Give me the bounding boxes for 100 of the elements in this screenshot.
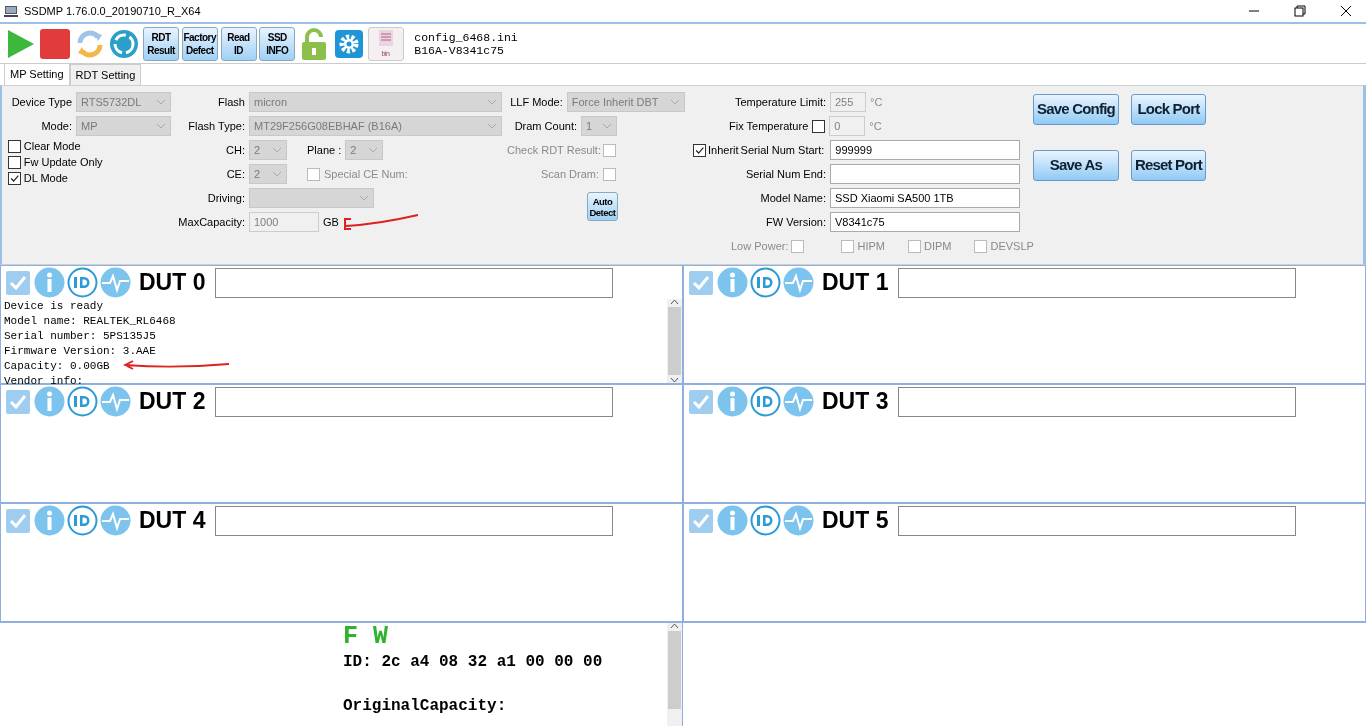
checkbox[interactable] xyxy=(687,506,715,535)
field-label: Check RDT Result: xyxy=(507,142,599,158)
unit-label: GB xyxy=(323,214,339,230)
pulse-icon[interactable] xyxy=(783,267,814,298)
dut-input-field[interactable] xyxy=(898,386,1297,417)
field-label: Serial Num Start: xyxy=(740,142,825,158)
field-label: Plane : xyxy=(307,142,342,158)
id-icon[interactable] xyxy=(750,505,781,536)
log-line: Device is ready xyxy=(4,299,104,314)
toolbar-button[interactable]: Read ID xyxy=(220,26,257,61)
scroll-up-icon[interactable] xyxy=(670,299,679,305)
window-title: SSDMP 1.76.0.0_20190710_R_X64 xyxy=(24,3,201,19)
pulse-icon[interactable] xyxy=(100,267,131,298)
dut-label: DUT 0 xyxy=(139,268,206,298)
caret-icon xyxy=(272,171,282,177)
id-icon[interactable] xyxy=(67,505,98,536)
toolbar-button[interactable]: RDT Result xyxy=(143,26,179,61)
input-field[interactable]: SSD Xiaomi SA500 1TB xyxy=(830,188,1020,208)
field-label: Fix Temperature xyxy=(729,118,809,134)
field-label: Flash Type: xyxy=(187,118,245,134)
pulse-icon[interactable] xyxy=(100,386,131,417)
dut-input-field[interactable] xyxy=(898,267,1297,298)
caret-icon xyxy=(272,147,282,153)
dut-label: DUT 1 xyxy=(822,268,889,298)
scroll-up-icon[interactable] xyxy=(670,623,679,629)
option-label: Special CE Num: xyxy=(324,166,408,182)
checkbox[interactable] xyxy=(693,143,706,157)
dut-label: DUT 2 xyxy=(139,387,206,417)
id-icon[interactable] xyxy=(67,386,98,417)
caret-icon xyxy=(602,123,612,129)
id-icon[interactable] xyxy=(750,267,781,298)
info-icon[interactable] xyxy=(34,505,65,536)
checkbox[interactable] xyxy=(4,506,32,535)
info-icon[interactable] xyxy=(717,505,748,536)
caret-icon xyxy=(156,123,166,129)
action-button[interactable]: Reset Port xyxy=(1130,150,1206,181)
tab[interactable]: MP Setting xyxy=(4,62,70,85)
input-field[interactable] xyxy=(830,164,1020,184)
caret-icon xyxy=(359,195,369,201)
info-icon[interactable] xyxy=(34,267,65,298)
dut-input-field[interactable] xyxy=(898,505,1297,536)
scroll-down-icon[interactable] xyxy=(670,377,679,383)
info-icon[interactable] xyxy=(34,386,65,417)
log-line: Firmware Version: 3.AAE xyxy=(4,344,156,359)
field-label: Flash xyxy=(217,94,245,110)
id-icon[interactable] xyxy=(67,267,98,298)
dut-label: DUT 4 xyxy=(139,506,206,536)
field-label: Temperature Limit: xyxy=(733,94,826,110)
checkbox[interactable] xyxy=(687,387,715,416)
dut-label: DUT 5 xyxy=(822,506,889,536)
checkbox[interactable] xyxy=(8,139,21,153)
stop-icon[interactable] xyxy=(38,26,71,61)
action-button[interactable]: Lock Port xyxy=(1130,94,1206,125)
field-label: Device Type xyxy=(10,94,72,110)
field-label: CH: xyxy=(225,142,245,158)
log-line: Capacity: 0.00GB xyxy=(4,359,110,374)
option-label: HIPM xyxy=(857,238,885,254)
field-label: Model Name: xyxy=(759,190,826,206)
toolbar-button[interactable]: SSD INFO xyxy=(259,26,296,61)
info-icon[interactable] xyxy=(717,386,748,417)
caret-icon xyxy=(156,99,166,105)
caret-icon xyxy=(487,99,497,105)
field-label: FW Version: xyxy=(765,214,826,230)
checkbox[interactable] xyxy=(8,155,21,169)
toolbar-button[interactable]: Factory Defect xyxy=(181,26,218,61)
caret-icon xyxy=(368,147,379,153)
field-label: Serial Num End: xyxy=(744,166,826,182)
dut-input-field[interactable] xyxy=(215,505,614,536)
id-icon[interactable] xyxy=(750,386,781,417)
checkbox[interactable] xyxy=(4,387,32,416)
pulse-icon[interactable] xyxy=(783,386,814,417)
field-label: Dram Count: xyxy=(513,118,577,134)
pulse-icon[interactable] xyxy=(100,505,131,536)
pulse-icon[interactable] xyxy=(783,505,814,536)
checkbox[interactable] xyxy=(4,268,32,297)
unit-label: °C xyxy=(870,94,883,110)
input-field[interactable]: V8341c75 xyxy=(830,212,1020,232)
document-icon xyxy=(376,28,395,47)
dut-input-field[interactable] xyxy=(215,267,614,298)
checkbox[interactable] xyxy=(687,268,715,297)
action-button[interactable]: Save As xyxy=(1033,150,1119,181)
dut-input-field[interactable] xyxy=(215,386,614,417)
unit-label: °C xyxy=(869,118,882,134)
config-text: config_6468.ini xyxy=(414,30,518,44)
field-label: LLF Mode: xyxy=(509,94,563,110)
input-field[interactable]: 999999 xyxy=(830,140,1021,160)
auto-detect-button[interactable]: Auto Detect xyxy=(587,192,618,221)
action-button[interactable]: Save Config xyxy=(1033,94,1119,125)
scrollbar[interactable] xyxy=(667,623,682,726)
field-label: Driving: xyxy=(206,190,245,206)
log-line: Serial number: 5PS135J5 xyxy=(4,329,156,344)
option-label: DIPM xyxy=(924,238,952,254)
checkbox[interactable] xyxy=(8,171,21,185)
option-label: Inherit xyxy=(708,142,739,158)
scrollbar[interactable] xyxy=(667,299,682,383)
field-label: Scan Dram: xyxy=(539,166,599,182)
field-label: MaxCapacity: xyxy=(177,214,245,230)
field-label: Mode: xyxy=(40,118,72,134)
info-icon[interactable] xyxy=(717,267,748,298)
app-icon xyxy=(4,4,18,18)
